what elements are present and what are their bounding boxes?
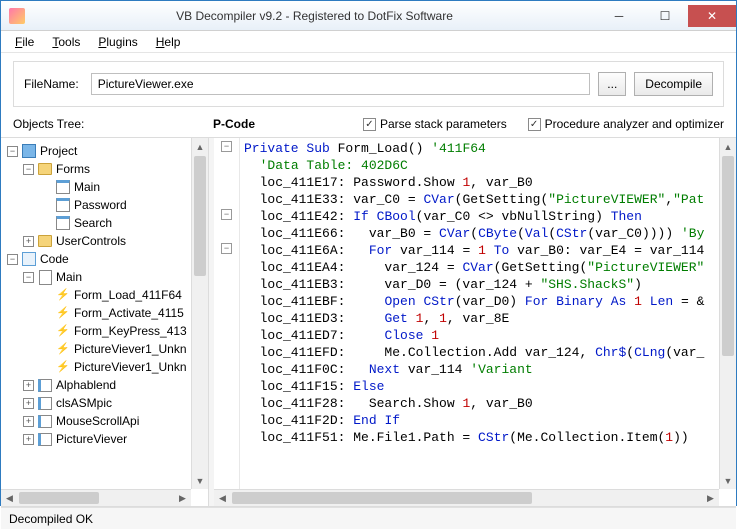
window-title: VB Decompiler v9.2 - Registered to DotFi… bbox=[33, 9, 596, 23]
parse-stack-label: Parse stack parameters bbox=[380, 117, 507, 131]
expand-icon[interactable]: + bbox=[23, 236, 34, 247]
scroll-up-icon[interactable]: ▲ bbox=[720, 138, 736, 155]
filename-label: FileName: bbox=[24, 77, 79, 91]
close-button[interactable]: ✕ bbox=[688, 5, 736, 27]
tree-node-form-search[interactable]: Search bbox=[3, 214, 206, 232]
proc-analyzer-checkbox[interactable]: ✓ Procedure analyzer and optimizer bbox=[528, 117, 724, 131]
tree-node-project[interactable]: −Project bbox=[3, 142, 206, 160]
tree-node-clsasmpic[interactable]: +clsASMpic bbox=[3, 394, 206, 412]
scroll-thumb[interactable] bbox=[194, 156, 206, 276]
maximize-button[interactable]: ☐ bbox=[642, 5, 688, 27]
status-text: Decompiled OK bbox=[9, 512, 93, 526]
collapse-icon[interactable]: − bbox=[23, 164, 34, 175]
form-icon bbox=[56, 216, 70, 230]
parse-stack-checkbox[interactable]: ✓ Parse stack parameters bbox=[363, 117, 507, 131]
objects-tree[interactable]: −Project −Forms Main Password Search +Us… bbox=[1, 138, 208, 452]
menu-tools[interactable]: Tools bbox=[44, 33, 88, 51]
tree-node-form-main[interactable]: Main bbox=[3, 178, 206, 196]
decompile-button[interactable]: Decompile bbox=[634, 72, 713, 96]
tree-scrollbar-vertical[interactable]: ▲▼ bbox=[191, 138, 208, 489]
tree-node-fn-formkeypress[interactable]: Form_KeyPress_413 bbox=[3, 322, 206, 340]
collapse-icon[interactable]: − bbox=[7, 254, 18, 265]
collapse-icon[interactable]: − bbox=[23, 272, 34, 283]
tree-node-fn-pictureviever1b[interactable]: PictureViever1_Unkn bbox=[3, 358, 206, 376]
tree-node-mousescrollapi[interactable]: +MouseScrollApi bbox=[3, 412, 206, 430]
check-icon: ✓ bbox=[363, 118, 376, 131]
file-panel: FileName: ... Decompile bbox=[13, 61, 724, 107]
tree-node-usercontrols[interactable]: +UserControls bbox=[3, 232, 206, 250]
pcode-label: P-Code bbox=[213, 117, 363, 131]
fold-toggle[interactable]: − bbox=[221, 243, 232, 254]
function-icon bbox=[56, 288, 70, 302]
scroll-thumb[interactable] bbox=[232, 492, 532, 504]
expand-icon[interactable]: + bbox=[23, 434, 34, 445]
tree-node-code[interactable]: −Code bbox=[3, 250, 206, 268]
tree-node-fn-formactivate[interactable]: Form_Activate_4115 bbox=[3, 304, 206, 322]
scroll-up-icon[interactable]: ▲ bbox=[192, 138, 208, 155]
folder-icon bbox=[38, 234, 52, 248]
code-view[interactable]: Private Sub Form_Load() '411F64 'Data Ta… bbox=[240, 138, 719, 489]
proc-analyzer-label: Procedure analyzer and optimizer bbox=[545, 117, 724, 131]
minimize-button[interactable]: ─ bbox=[596, 5, 642, 27]
tree-node-pictureviever[interactable]: +PictureViever bbox=[3, 430, 206, 448]
objects-tree-panel: −Project −Forms Main Password Search +Us… bbox=[1, 138, 209, 506]
tree-node-alphablend[interactable]: +Alphablend bbox=[3, 376, 206, 394]
menu-plugins[interactable]: Plugins bbox=[90, 33, 145, 51]
code-icon bbox=[22, 252, 36, 266]
objects-tree-label: Objects Tree: bbox=[13, 117, 213, 131]
filename-input[interactable] bbox=[91, 73, 591, 95]
module-icon bbox=[38, 414, 52, 428]
tree-scrollbar-horizontal[interactable]: ◀▶ bbox=[1, 489, 191, 506]
scroll-left-icon[interactable]: ◀ bbox=[214, 490, 231, 506]
status-bar: Decompiled OK bbox=[1, 507, 736, 529]
browse-button[interactable]: ... bbox=[598, 72, 626, 96]
menu-help[interactable]: Help bbox=[148, 33, 189, 51]
folder-icon bbox=[38, 162, 52, 176]
tree-node-form-password[interactable]: Password bbox=[3, 196, 206, 214]
scroll-right-icon[interactable]: ▶ bbox=[174, 490, 191, 506]
code-panel: − − − Private Sub Form_Load() '411F64 'D… bbox=[214, 138, 736, 506]
app-icon bbox=[9, 8, 25, 24]
code-scrollbar-horizontal[interactable]: ◀▶ bbox=[214, 489, 719, 506]
module-icon bbox=[38, 396, 52, 410]
tree-node-fn-pictureviever1a[interactable]: PictureViever1_Unkn bbox=[3, 340, 206, 358]
function-icon bbox=[56, 360, 70, 374]
fold-toggle[interactable]: − bbox=[221, 209, 232, 220]
form-icon bbox=[56, 180, 70, 194]
tree-node-fn-formload[interactable]: Form_Load_411F64 bbox=[3, 286, 206, 304]
title-bar: VB Decompiler v9.2 - Registered to DotFi… bbox=[1, 1, 736, 31]
module-icon bbox=[38, 432, 52, 446]
tree-node-main[interactable]: −Main bbox=[3, 268, 206, 286]
labels-row: Objects Tree: P-Code ✓ Parse stack param… bbox=[1, 113, 736, 137]
expand-icon[interactable]: + bbox=[23, 416, 34, 427]
tree-node-forms[interactable]: −Forms bbox=[3, 160, 206, 178]
module-icon bbox=[38, 378, 52, 392]
scroll-right-icon[interactable]: ▶ bbox=[702, 490, 719, 506]
scroll-thumb[interactable] bbox=[722, 156, 734, 356]
module-icon bbox=[38, 270, 52, 284]
code-gutter: − − − bbox=[214, 138, 240, 489]
fold-toggle[interactable]: − bbox=[221, 141, 232, 152]
function-icon bbox=[56, 324, 70, 338]
scroll-down-icon[interactable]: ▼ bbox=[192, 472, 208, 489]
project-icon bbox=[22, 144, 36, 158]
function-icon bbox=[56, 342, 70, 356]
function-icon bbox=[56, 306, 70, 320]
code-scrollbar-vertical[interactable]: ▲▼ bbox=[719, 138, 736, 489]
expand-icon[interactable]: + bbox=[23, 398, 34, 409]
scroll-left-icon[interactable]: ◀ bbox=[1, 490, 18, 506]
scroll-down-icon[interactable]: ▼ bbox=[720, 472, 736, 489]
main-area: −Project −Forms Main Password Search +Us… bbox=[1, 137, 736, 507]
collapse-icon[interactable]: − bbox=[7, 146, 18, 157]
form-icon bbox=[56, 198, 70, 212]
menu-file[interactable]: File bbox=[7, 33, 42, 51]
scroll-thumb[interactable] bbox=[19, 492, 99, 504]
check-icon: ✓ bbox=[528, 118, 541, 131]
expand-icon[interactable]: + bbox=[23, 380, 34, 391]
menu-bar: File Tools Plugins Help bbox=[1, 31, 736, 53]
